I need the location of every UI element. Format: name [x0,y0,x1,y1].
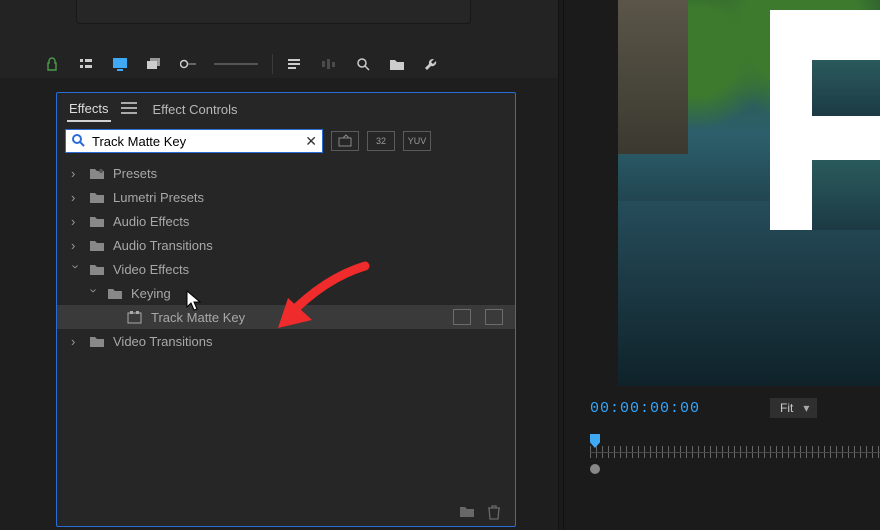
title-text-overlay [770,10,880,230]
clear-search-icon[interactable]: ✕ [305,133,317,149]
effect-track-matte-key[interactable]: Track Matte Key [57,305,515,329]
32bit-badge-icon [485,309,503,325]
zoom-fit-dropdown[interactable]: Fit [770,398,817,418]
monitor-icon[interactable] [112,56,128,72]
tree-keying[interactable]: › Keying [57,281,515,305]
wrench-icon[interactable] [423,56,439,72]
filter-accelerated-icon[interactable] [331,131,359,151]
tree-lumetri[interactable]: › Lumetri Presets [57,185,515,209]
program-monitor[interactable] [618,0,880,386]
folder-icon [107,286,123,300]
effects-tree: › Presets › Lumetri Presets › Audio Effe… [57,159,515,355]
tree-label: Lumetri Presets [113,190,204,205]
tree-label: Presets [113,166,157,181]
effects-panel: Effects Effect Controls ✕ 32 YUV › Prese… [56,92,516,527]
search-wrap: ✕ [65,129,323,153]
source-monitor-placeholder [76,0,471,24]
chevron-right-icon: › [71,166,81,181]
folder-icon [89,262,105,276]
filter-yuv-badge[interactable]: YUV [403,131,431,151]
chevron-right-icon: › [71,334,81,349]
scrubber-handle[interactable] [590,464,600,474]
marker-icon[interactable] [180,56,196,72]
search-icon [71,133,85,152]
effect-label: Track Matte Key [151,310,245,325]
waveform-icon[interactable] [321,56,337,72]
new-bin-icon[interactable] [459,504,475,518]
tree-label: Video Effects [113,262,189,277]
toolbar-separator [272,54,273,74]
timecode-row: 00:00:00:00 Fit [590,398,817,418]
search-loupe-icon[interactable] [355,56,371,72]
list-view-icon[interactable] [78,56,94,72]
tab-effects[interactable]: Effects [67,95,111,122]
panel-tab-bar: Effects Effect Controls [57,93,515,123]
tab-effect-controls[interactable]: Effect Controls [151,96,240,121]
trash-icon[interactable] [487,504,501,520]
tree-video-transitions[interactable]: › Video Transitions [57,329,515,353]
effects-search-input[interactable] [65,129,323,153]
tree-audio-effects[interactable]: › Audio Effects [57,209,515,233]
playhead-timecode[interactable]: 00:00:00:00 [590,400,700,417]
tree-label: Video Transitions [113,334,213,349]
layers-icon[interactable] [146,56,162,72]
source-toolbar [44,54,439,74]
preview-image-road [618,0,688,154]
tree-label: Audio Effects [113,214,189,229]
filter-32bit-badge[interactable]: 32 [367,131,395,151]
panel-menu-icon[interactable] [121,102,137,114]
folder-icon [89,214,105,228]
chevron-right-icon: › [71,238,81,253]
accelerated-badge-icon [453,309,471,325]
presets-folder-icon [89,166,105,180]
chevron-down-icon: › [87,288,102,298]
tree-label: Keying [131,286,171,301]
panel-bottom-icons [459,504,501,520]
timeline-ruler [590,452,880,453]
mini-timeline[interactable] [590,434,880,474]
chevron-down-icon: › [69,264,84,274]
effect-preset-icon [127,310,143,324]
tree-audio-transitions[interactable]: › Audio Transitions [57,233,515,257]
lock-icon[interactable] [44,56,60,72]
folder-icon [89,238,105,252]
tree-presets[interactable]: › Presets [57,161,515,185]
align-dropdown-icon[interactable] [287,56,303,72]
panel-divider[interactable] [558,0,564,530]
effects-search-row: ✕ 32 YUV [57,123,515,159]
tree-label: Audio Transitions [113,238,213,253]
effect-badges [453,309,503,325]
slider-track[interactable] [214,63,258,65]
tree-video-effects[interactable]: › Video Effects [57,257,515,281]
source-panel-area [0,0,558,78]
folder-icon [89,334,105,348]
program-monitor-area: 00:00:00:00 Fit [558,0,880,530]
folder-icon [89,190,105,204]
folder-icon[interactable] [389,56,405,72]
chevron-right-icon: › [71,190,81,205]
chevron-right-icon: › [71,214,81,229]
